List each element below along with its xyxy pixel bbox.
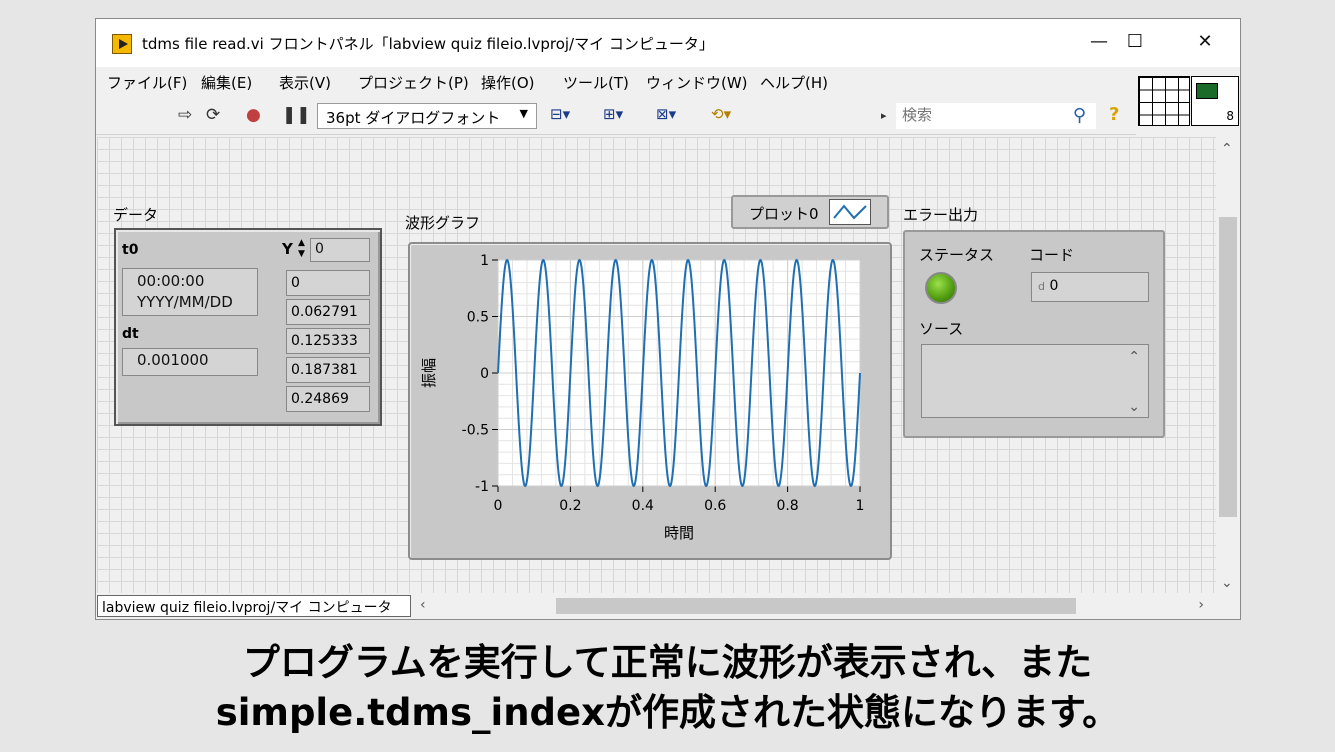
x-tick-label: 0.4 <box>632 498 654 514</box>
menu-file[interactable]: ファイル(F) <box>107 72 187 93</box>
array-element: 0 <box>286 270 370 296</box>
waveform-graph[interactable]: 0 0.2 0.4 0.6 0.8 1 1 0.5 0 -0.5 -1 時間 振幅 <box>408 242 892 560</box>
title-bar: tdms file read.vi フロントパネル「labview quiz f… <box>96 19 1240 67</box>
caption-line-1: プログラムを実行して正常に波形が表示され、また <box>242 641 1093 684</box>
y-tick-label: -1 <box>475 479 489 495</box>
x-tick-label: 0.8 <box>776 498 798 514</box>
dt-indicator: 0.001000 <box>122 348 258 376</box>
menu-window[interactable]: ウィンドウ(W) <box>646 72 748 93</box>
menu-project[interactable]: プロジェクト(P) <box>358 72 469 93</box>
menu-bar: ファイル(F) 編集(E) 表示(V) プロジェクト(P) 操作(O) ツール(… <box>96 67 1136 95</box>
vertical-scroll-thumb[interactable] <box>1219 217 1237 517</box>
code-label: コード <box>1029 246 1075 264</box>
horizontal-scroll-thumb[interactable] <box>556 598 1076 614</box>
legend-line-icon <box>833 204 867 220</box>
status-label: ステータス <box>919 246 995 264</box>
menu-help[interactable]: ヘルプ(H) <box>760 72 828 93</box>
source-indicator[interactable]: ⌃ ⌄ <box>921 344 1149 418</box>
pause-icon[interactable]: ❚❚ <box>282 105 311 125</box>
array-element: 0.062791 <box>286 299 370 325</box>
labview-window: tdms file read.vi フロントパネル「labview quiz f… <box>95 18 1241 620</box>
toolbar: ⇨ ⟳ ● ❚❚ 36pt ダイアログフォント ▼ ⊟▾ ⊞▾ ⊠▾ ⟲▾ ▸ … <box>96 97 1136 135</box>
error-out-label: エラー出力 <box>903 206 979 224</box>
search-icon[interactable]: ⚲ <box>1073 105 1086 126</box>
chevron-up-icon[interactable]: ⌃ <box>1128 349 1140 365</box>
y-axis-title: 振幅 <box>420 358 438 388</box>
close-button[interactable]: ✕ <box>1182 27 1228 57</box>
menu-operate[interactable]: 操作(O) <box>481 72 535 93</box>
t0-label: t0 <box>122 242 139 258</box>
y-tick-label: 0 <box>480 366 489 382</box>
y-tick-label: -0.5 <box>462 423 489 439</box>
y-tick-label: 0.5 <box>467 310 489 326</box>
code-radix: d <box>1038 280 1045 293</box>
t0-indicator: 00:00:00 YYYY/MM/DD <box>122 268 258 316</box>
x-axis-title: 時間 <box>664 524 694 542</box>
distribute-objects-icon[interactable]: ⊞▾ <box>603 105 623 123</box>
maximize-button[interactable]: ☐ <box>1112 27 1158 57</box>
legend-swatch <box>829 199 871 225</box>
t0-date: YYYY/MM/DD <box>137 293 233 311</box>
t0-time: 00:00:00 <box>137 272 205 290</box>
project-context-label: labview quiz fileio.lvproj/マイ コンピュータ <box>97 595 411 617</box>
menu-view[interactable]: 表示(V) <box>279 72 331 93</box>
chevron-down-icon[interactable]: ⌄ <box>1128 399 1140 415</box>
font-selector-value: 36pt ダイアログフォント <box>326 109 501 127</box>
connector-pane[interactable] <box>1138 76 1190 126</box>
abort-icon[interactable]: ● <box>246 105 261 125</box>
graph-screen-icon <box>1196 83 1218 99</box>
data-cluster: t0 00:00:00 YYYY/MM/DD dt 0.001000 Y ▲ ▼ … <box>114 228 382 426</box>
vertical-scrollbar[interactable]: ⌃ ⌄ <box>1216 137 1240 593</box>
reorder-icon[interactable]: ⟲▾ <box>711 105 731 123</box>
data-cluster-label: データ <box>113 206 159 224</box>
legend-plot-name: プロット0 <box>749 205 819 223</box>
error-out-cluster: ステータス コード d 0 ソース ⌃ ⌄ <box>903 230 1165 438</box>
y-tick-label: 1 <box>480 253 489 269</box>
vi-icon-pane[interactable]: 8 <box>1191 76 1239 126</box>
dt-label: dt <box>122 326 139 342</box>
menu-edit[interactable]: 編集(E) <box>201 72 252 93</box>
chevron-down-icon: ▼ <box>519 107 528 120</box>
code-indicator: d 0 <box>1031 272 1149 302</box>
chevron-left-icon[interactable]: ‹ <box>420 597 426 613</box>
x-tick-label: 0.2 <box>559 498 581 514</box>
graph-label: 波形グラフ <box>405 214 481 232</box>
plot-legend[interactable]: プロット0 <box>731 195 889 229</box>
chevron-up-icon[interactable]: ⌃ <box>1221 141 1233 157</box>
resize-objects-icon[interactable]: ⊠▾ <box>656 105 676 123</box>
x-tick-label: 0 <box>494 498 503 514</box>
graph-plot: 0 0.2 0.4 0.6 0.8 1 1 0.5 0 -0.5 -1 時間 振幅 <box>420 253 865 542</box>
source-label: ソース <box>919 320 964 338</box>
y-array-label: Y <box>282 240 293 258</box>
align-objects-icon[interactable]: ⊟▾ <box>550 105 570 123</box>
search-input[interactable] <box>896 103 1046 127</box>
caption: プログラムを実行して正常に波形が表示され、また simple.tdms_inde… <box>0 638 1335 738</box>
window-title: tdms file read.vi フロントパネル「labview quiz f… <box>142 35 714 53</box>
code-value: 0 <box>1049 278 1059 294</box>
front-panel: データ t0 00:00:00 YYYY/MM/DD dt 0.001000 Y… <box>97 137 1216 593</box>
chevron-right-icon[interactable]: › <box>1198 597 1204 613</box>
array-index[interactable]: 0 <box>310 238 370 262</box>
status-led-icon <box>925 272 957 304</box>
run-arrow-icon[interactable]: ⇨ <box>178 105 192 125</box>
chevron-down-icon[interactable]: ⌄ <box>1221 575 1233 591</box>
array-element: 0.187381 <box>286 357 370 383</box>
menu-tools[interactable]: ツール(T) <box>563 72 629 93</box>
labview-vi-icon <box>112 34 132 54</box>
search-box: ⚲ <box>896 103 1096 129</box>
run-continuously-icon[interactable]: ⟳ <box>206 105 220 125</box>
index-spinner-icon[interactable]: ▲ ▼ <box>298 238 310 262</box>
help-icon[interactable]: ? <box>1109 104 1119 125</box>
array-element: 0.24869 <box>286 386 370 412</box>
x-tick-label: 0.6 <box>704 498 726 514</box>
font-selector[interactable]: 36pt ダイアログフォント ▼ <box>317 103 537 129</box>
horizontal-scrollbar[interactable]: ‹ › <box>416 593 1240 619</box>
vi-icon-number: 8 <box>1226 109 1234 123</box>
search-expand-icon[interactable]: ▸ <box>881 109 887 122</box>
array-element: 0.125333 <box>286 328 370 354</box>
caption-line-2: simple.tdms_indexが作成された状態になります。 <box>215 691 1120 734</box>
x-tick-label: 1 <box>856 498 865 514</box>
